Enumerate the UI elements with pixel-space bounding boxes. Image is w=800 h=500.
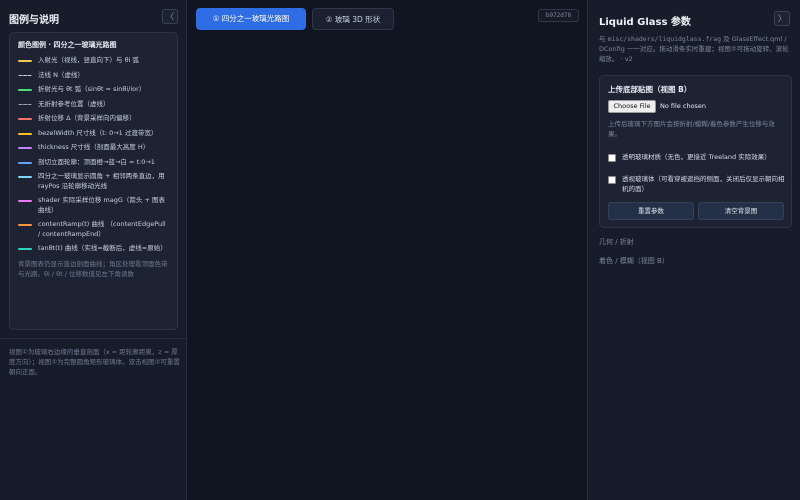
transparent-material-checkbox[interactable] <box>608 154 616 162</box>
legend-swatch-icon <box>18 74 32 76</box>
legend-swatch-icon <box>18 147 32 149</box>
build-hash-badge: b972d78 <box>538 9 579 22</box>
legend-item-label: 四分之一玻璃显示圆角 + 相邻两条直边，用 rayPos 沿轮廓移动光线 <box>38 172 165 190</box>
section-geometry[interactable]: 几何 / 折射 <box>599 237 634 247</box>
legend-item: 剖切立面轮廓：顶面橙→蓝→白 = t:0→1 <box>18 158 169 168</box>
legend-item-label: contentRamp(t) 曲线 （contentEdgePull / con… <box>38 220 166 238</box>
legend-item: 折射位移 Δ（背景采样向内偏移） <box>18 114 169 124</box>
legend-item-label: thickness 尺寸线（剖面最大高度 H） <box>38 143 150 151</box>
tab-glass-3d[interactable]: ② 玻璃 3D 形状 <box>312 8 394 30</box>
shader-file-path: misc/shaders/liquidglass.frag <box>607 35 722 43</box>
legend-swatch-icon <box>18 248 32 250</box>
view-description: 视图①为玻璃右边缘的垂直剖面（x = 距轮廓距离，z = 厚度方向）；视图②为完… <box>9 348 180 376</box>
legend-item: 无折射参考位置（虚线） <box>18 100 169 110</box>
tab-ray-diagram[interactable]: ① 四分之一玻璃光路图 <box>196 8 306 30</box>
legend-swatch-icon <box>18 224 32 226</box>
upload-card: 上传底部贴图（视图 B） Choose File No file chosen … <box>599 75 792 228</box>
legend-item-label: tanθt(t) 曲线（实线=截断后，虚线=原始） <box>38 244 167 252</box>
see-through-checkbox[interactable] <box>608 176 616 184</box>
collapse-left-button[interactable]: 〈 <box>162 9 178 24</box>
legend-swatch-icon <box>18 161 32 164</box>
upload-hint: 上传后玻璃下方图片会按折射/模糊/着色参数产生位移与效果。 <box>608 120 775 138</box>
params-panel-title: Liquid Glass 参数 <box>599 17 691 28</box>
legend-item: tanθt(t) 曲线（实线=截断后，虚线=原始） <box>18 244 169 254</box>
reset-params-button[interactable]: 重置参数 <box>608 202 694 220</box>
legend-item-label: 入射光（视线，竖直向下）与 θi 弧 <box>38 56 139 64</box>
legend-swatch-icon <box>18 60 32 62</box>
legend-note: 背景图表仍显示直边剖面曲线；角区处理看顶面色带与光路。θi / θt / 位移数… <box>18 259 168 278</box>
section-shading[interactable]: 着色 / 模糊（视图 B） <box>599 256 669 266</box>
choose-file-button[interactable]: Choose File <box>608 100 656 113</box>
transparent-material-label: 透明玻璃材质（无色，更接近 Treeland 实际效果） <box>622 153 771 161</box>
legend-sidebar: 图例与说明 〈 颜色图例 · 四分之一玻璃光路图 入射光（视线，竖直向下）与 θ… <box>0 0 187 500</box>
legend-panel-title: 图例与说明 <box>9 15 59 26</box>
collapse-right-button[interactable]: 〉 <box>774 11 790 26</box>
legend-item-label: 折射光与 θt 弧（sinθt = sinθi/ior） <box>38 85 146 93</box>
legend-item-label: 法线 N（虚线） <box>38 70 84 79</box>
legend-swatch-icon <box>18 132 32 135</box>
params-description: 与 misc/shaders/liquidglass.frag 及 GlassE… <box>599 34 794 64</box>
divider <box>0 338 187 339</box>
legend-item: contentRamp(t) 曲线 （contentEdgePull / con… <box>18 220 169 239</box>
app-root: 图例与说明 〈 颜色图例 · 四分之一玻璃光路图 入射光（视线，竖直向下）与 θ… <box>0 0 800 500</box>
legend-title: 颜色图例 · 四分之一玻璃光路图 <box>18 41 117 49</box>
see-through-label: 透视玻璃体（可看穿被遮挡的侧面，关闭后仅显示朝向相机的面） <box>622 175 785 193</box>
legend-item-label: 剖切立面轮廓：顶面橙→蓝→白 = t:0→1 <box>38 157 155 166</box>
version-tag: · v2 <box>618 55 633 63</box>
file-status: No file chosen <box>660 102 707 110</box>
params-sidebar: Liquid Glass 参数 〉 与 misc/shaders/liquidg… <box>587 0 800 500</box>
legend-item: bezelWidth 尺寸线（t: 0→1 过渡带宽） <box>18 129 169 139</box>
legend-item: shader 实际采样位移 magG（箭头 + 图表曲线） <box>18 196 169 215</box>
legend-swatch-icon <box>18 200 32 202</box>
legend-swatch-icon <box>18 118 32 120</box>
legend-swatch-icon <box>18 176 32 178</box>
legend-item-label: shader 实际采样位移 magG（箭头 + 图表曲线） <box>38 196 165 214</box>
clear-background-button[interactable]: 清空背景图 <box>698 202 784 220</box>
legend-item-label: 折射位移 Δ（背景采样向内偏移） <box>38 114 136 122</box>
legend-swatch-icon <box>18 103 32 105</box>
legend-item-label: 无折射参考位置（虚线） <box>38 99 110 108</box>
legend-list: 入射光（视线，竖直向下）与 θi 弧法线 N（虚线） 折射光与 θt 弧（sinθ… <box>18 56 169 254</box>
transparent-material-option[interactable]: 透明玻璃材质（无色，更接近 Treeland 实际效果） <box>608 152 788 162</box>
desc-prefix: 与 <box>599 35 608 43</box>
legend-item: thickness 尺寸线（剖面最大高度 H） <box>18 143 169 153</box>
legend-item: 法线 N（虚线） <box>18 71 169 81</box>
legend-item: 入射光（视线，竖直向下）与 θi 弧 <box>18 56 169 66</box>
legend-item-label: bezelWidth 尺寸线（t: 0→1 过渡带宽） <box>38 128 158 137</box>
legend-item: 折射光与 θt 弧（sinθt = sinθi/ior） <box>18 85 169 95</box>
legend-swatch-icon <box>18 89 32 91</box>
legend-item: 四分之一玻璃显示圆角 + 相邻两条直边，用 rayPos 沿轮廓移动光线 <box>18 172 169 191</box>
canvas-area[interactable]: ① 四分之一玻璃光路图 ② 玻璃 3D 形状 b972d78 <box>188 0 586 500</box>
see-through-option[interactable]: 透视玻璃体（可看穿被遮挡的侧面，关闭后仅显示朝向相机的面） <box>608 174 788 194</box>
upload-title: 上传底部贴图（视图 B） <box>608 85 692 94</box>
color-legend-card: 颜色图例 · 四分之一玻璃光路图 入射光（视线，竖直向下）与 θi 弧法线 N（… <box>9 32 178 330</box>
